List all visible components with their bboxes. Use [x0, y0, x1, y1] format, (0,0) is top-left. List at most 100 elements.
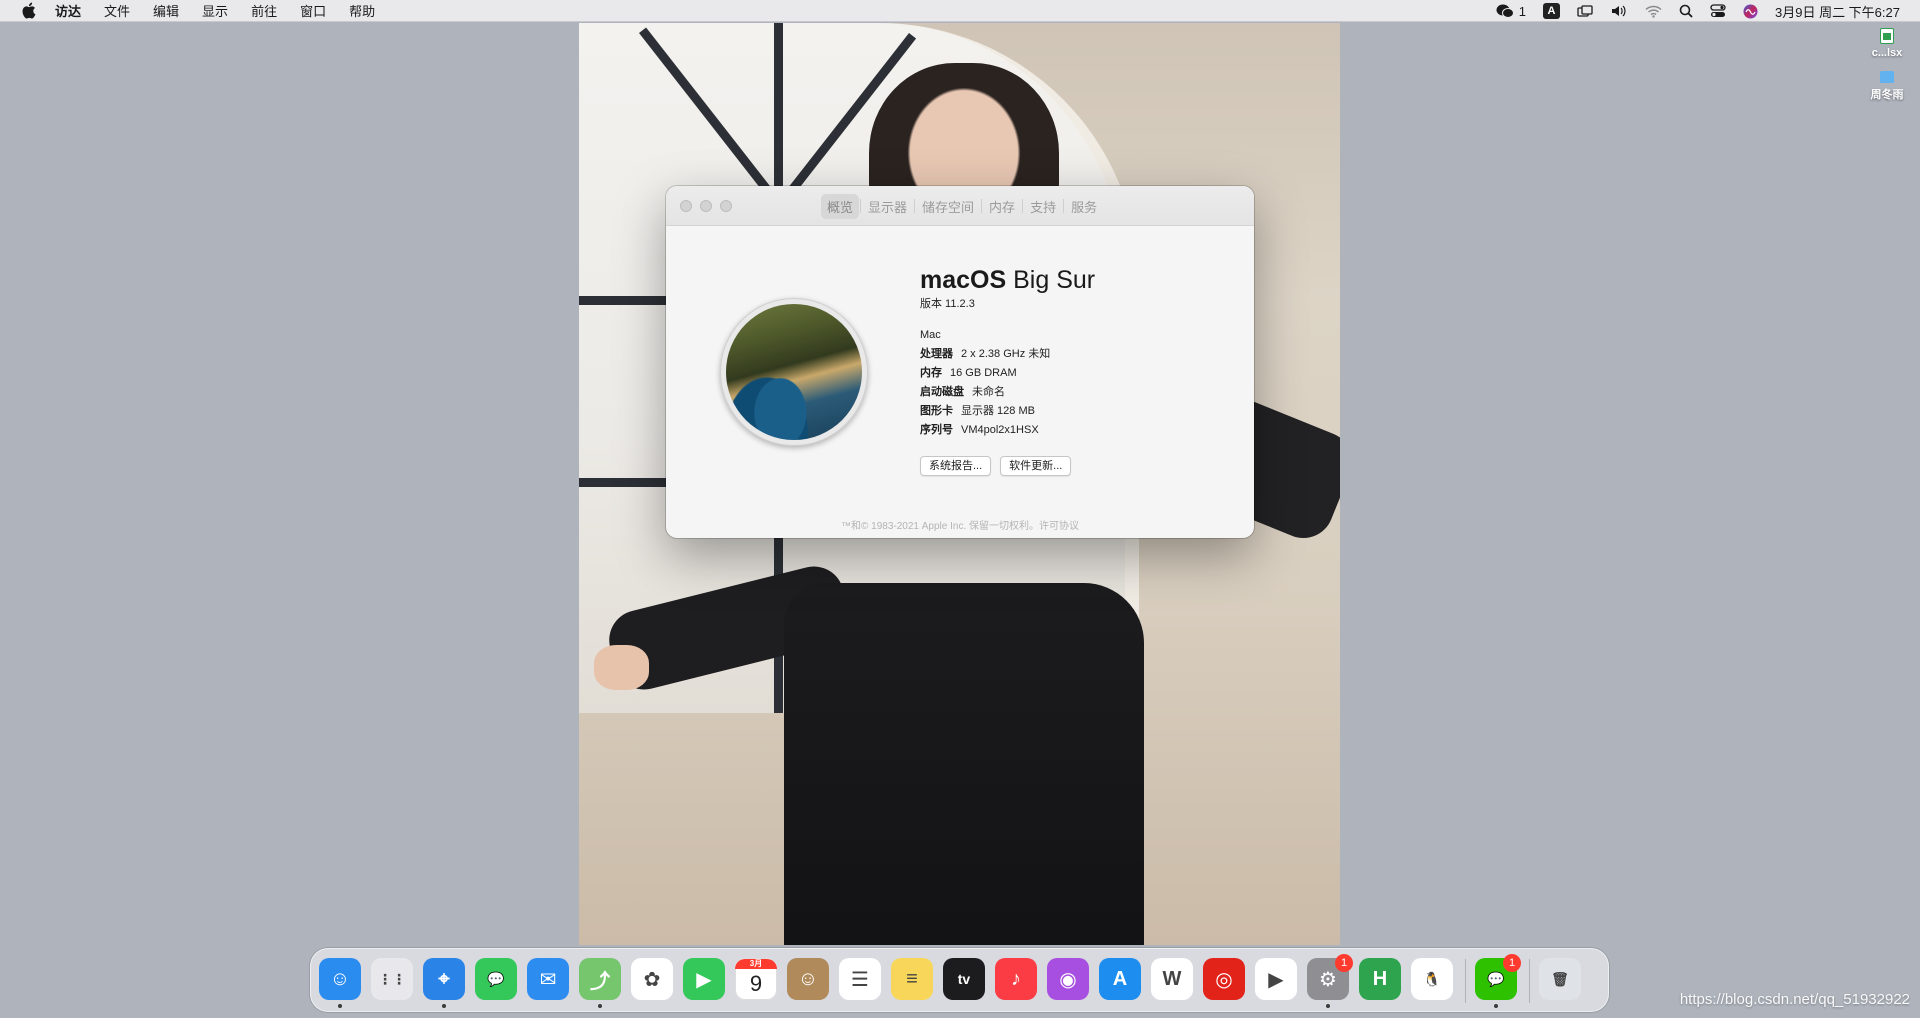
spec-memory: 内存 16 GB DRAM [920, 367, 1017, 379]
system-info: macOS Big Sur 版本 11.2.3 Mac 处理器 2 x 2.38 … [920, 266, 1095, 476]
running-indicator [442, 1004, 446, 1008]
spreadsheet-icon [1880, 28, 1894, 44]
menubar-clock[interactable]: 3月9日 周二 下午6:27 [1775, 2, 1900, 21]
tab-memory[interactable]: 内存 [983, 194, 1021, 219]
dock-netease-music-icon[interactable]: ◎ [1203, 958, 1245, 1000]
zoom-button[interactable] [720, 200, 732, 212]
desktop-folder[interactable]: 周冬雨 [1862, 71, 1912, 102]
about-tabs: 概览 显示器 储存空间 内存 支持 服务 [821, 193, 1103, 219]
minimize-button[interactable] [700, 200, 712, 212]
dock-facetime-icon[interactable]: ▶ [683, 958, 725, 1000]
siri-icon[interactable] [1743, 4, 1758, 19]
dock-messages-icon[interactable]: 💬 [475, 958, 517, 1000]
dock-maps-icon[interactable]: ⤴ [579, 958, 621, 1000]
control-center-icon[interactable] [1710, 4, 1726, 18]
dock-appletv-icon[interactable]: tv [943, 958, 985, 1000]
dock-safari-icon[interactable]: ⌖ [423, 958, 465, 1000]
model-name: Mac [920, 329, 941, 341]
spec-graphics: 图形卡 显示器 128 MB [920, 405, 1035, 417]
dock-launchpad-icon[interactable]: ⋮⋮ [371, 958, 413, 1000]
spec-startup-disk: 启动磁盘 未命名 [920, 386, 1005, 398]
messages-icon-glyph: 💬 [487, 970, 505, 987]
podcasts-icon-glyph: ◉ [1059, 968, 1077, 991]
close-button[interactable] [680, 200, 692, 212]
wifi-icon[interactable] [1645, 5, 1662, 18]
safari-icon-glyph: ⌖ [438, 967, 450, 990]
music-icon-glyph: ♪ [1011, 967, 1021, 990]
running-indicator [338, 1004, 342, 1008]
photo-person-hand [594, 645, 649, 690]
reminders-icon-glyph: ☰ [851, 968, 869, 991]
dock-music-icon[interactable]: ♪ [995, 958, 1037, 1000]
dock-video-player-icon[interactable]: ▶ [1255, 958, 1297, 1000]
running-indicator [598, 1004, 602, 1008]
dock-qq-penguin-icon[interactable]: 🐧 [1411, 958, 1453, 1000]
photos-icon-glyph: ✿ [643, 968, 661, 991]
dock-calendar-icon[interactable]: 3月 9 [735, 958, 777, 1000]
input-method-icon[interactable]: A [1543, 3, 1560, 19]
dock-wechat-icon[interactable]: 💬 1 [1475, 954, 1521, 1000]
dock-podcasts-icon[interactable]: ◉ [1047, 958, 1089, 1000]
appletv-icon-glyph: tv [957, 971, 971, 987]
dock-hbuilder-icon[interactable]: H [1359, 958, 1401, 1000]
dock-trash-icon[interactable]: 🗑 [1539, 958, 1581, 1000]
launchpad-icon-glyph: ⋮⋮ [378, 970, 406, 987]
tab-support[interactable]: 支持 [1024, 194, 1062, 219]
window-titlebar[interactable]: 概览 显示器 储存空间 内存 支持 服务 [666, 186, 1254, 226]
folder-icon [1880, 71, 1894, 83]
volume-icon[interactable] [1610, 4, 1628, 18]
desktop-file-label: c...lsx [1871, 47, 1903, 59]
dock-mail-icon[interactable]: ✉ [527, 958, 569, 1000]
running-indicator [1326, 1004, 1330, 1008]
software-update-button[interactable]: 软件更新... [1000, 456, 1072, 476]
menu-help[interactable]: 帮助 [349, 1, 375, 20]
menu-go[interactable]: 前往 [251, 1, 277, 20]
maps-icon-glyph: ⤴ [590, 970, 610, 993]
tab-displays[interactable]: 显示器 [862, 194, 913, 219]
window-controls [680, 200, 732, 212]
tab-service[interactable]: 服务 [1065, 194, 1103, 219]
spec-serial-number: 序列号 VM4pol2x1HSX [920, 424, 1039, 436]
menu-file[interactable]: 文件 [104, 1, 130, 20]
gear-icon-glyph: ⚙ [1319, 968, 1337, 991]
notification-badge: 1 [1503, 954, 1521, 972]
dock-separator [1465, 959, 1466, 1003]
system-report-button[interactable]: 系统报告... [920, 456, 992, 476]
spec-processor: 处理器 2 x 2.38 GHz 未知 [920, 348, 1051, 360]
wps-icon-glyph: W [1162, 967, 1182, 990]
dock-contacts-icon[interactable]: ☺ [787, 958, 829, 1000]
dock-appstore-icon[interactable]: A [1099, 958, 1141, 1000]
dock-reminders-icon[interactable]: ☰ [839, 958, 881, 1000]
calendar-month: 3月 [735, 959, 777, 969]
dock-notes-icon[interactable]: ≡ [891, 958, 933, 1000]
wechat-status-item[interactable]: 1 [1496, 4, 1526, 19]
spotlight-search-icon[interactable] [1679, 4, 1693, 18]
mail-icon-glyph: ✉ [539, 968, 557, 991]
menu-finder[interactable]: 访达 [55, 1, 81, 20]
tab-overview[interactable]: 概览 [821, 193, 860, 219]
wechat-icon-glyph: 💬 [1487, 970, 1505, 987]
tab-storage[interactable]: 储存空间 [916, 194, 980, 219]
wechat-unread-count: 1 [1518, 3, 1526, 19]
desktop-folder-label: 周冬雨 [1870, 89, 1904, 101]
os-name: macOS Big Sur [920, 266, 1096, 294]
menu-edit[interactable]: 编辑 [153, 1, 179, 20]
facetime-icon-glyph: ▶ [696, 968, 712, 991]
dock-finder-icon[interactable]: ☺ [319, 958, 361, 1000]
menu-window[interactable]: 窗口 [300, 1, 326, 20]
watermark: https://blog.csdn.net/qq_51932922 [1679, 991, 1910, 1008]
calendar-day: 9 [749, 971, 763, 996]
trash-icon-glyph: 🗑 [1551, 970, 1569, 987]
dock-wps-icon[interactable]: W [1151, 958, 1193, 1000]
desktop-file-spreadsheet[interactable]: c...lsx [1862, 28, 1912, 59]
menu-view[interactable]: 显示 [202, 1, 228, 20]
running-indicator [1494, 1004, 1498, 1008]
notes-icon-glyph: ≡ [906, 967, 918, 990]
dock-gear-icon[interactable]: ⚙ 1 [1307, 954, 1353, 1000]
dock: ☺ ⋮⋮ ⌖ 💬 ✉ ⤴ ✿ ▶ 3月 9 ☺ ☰ ≡ tv ♪ ◉ A W ◎ ▶ ⚙ 1 H 🐧 💬 1 🗑 [310, 948, 1609, 1012]
notification-badge: 1 [1335, 954, 1353, 972]
dock-photos-icon[interactable]: ✿ [631, 958, 673, 1000]
apple-menu-icon[interactable] [21, 2, 37, 20]
os-version: 版本 11.2.3 [920, 298, 975, 310]
screen-mirroring-icon[interactable] [1577, 4, 1593, 18]
